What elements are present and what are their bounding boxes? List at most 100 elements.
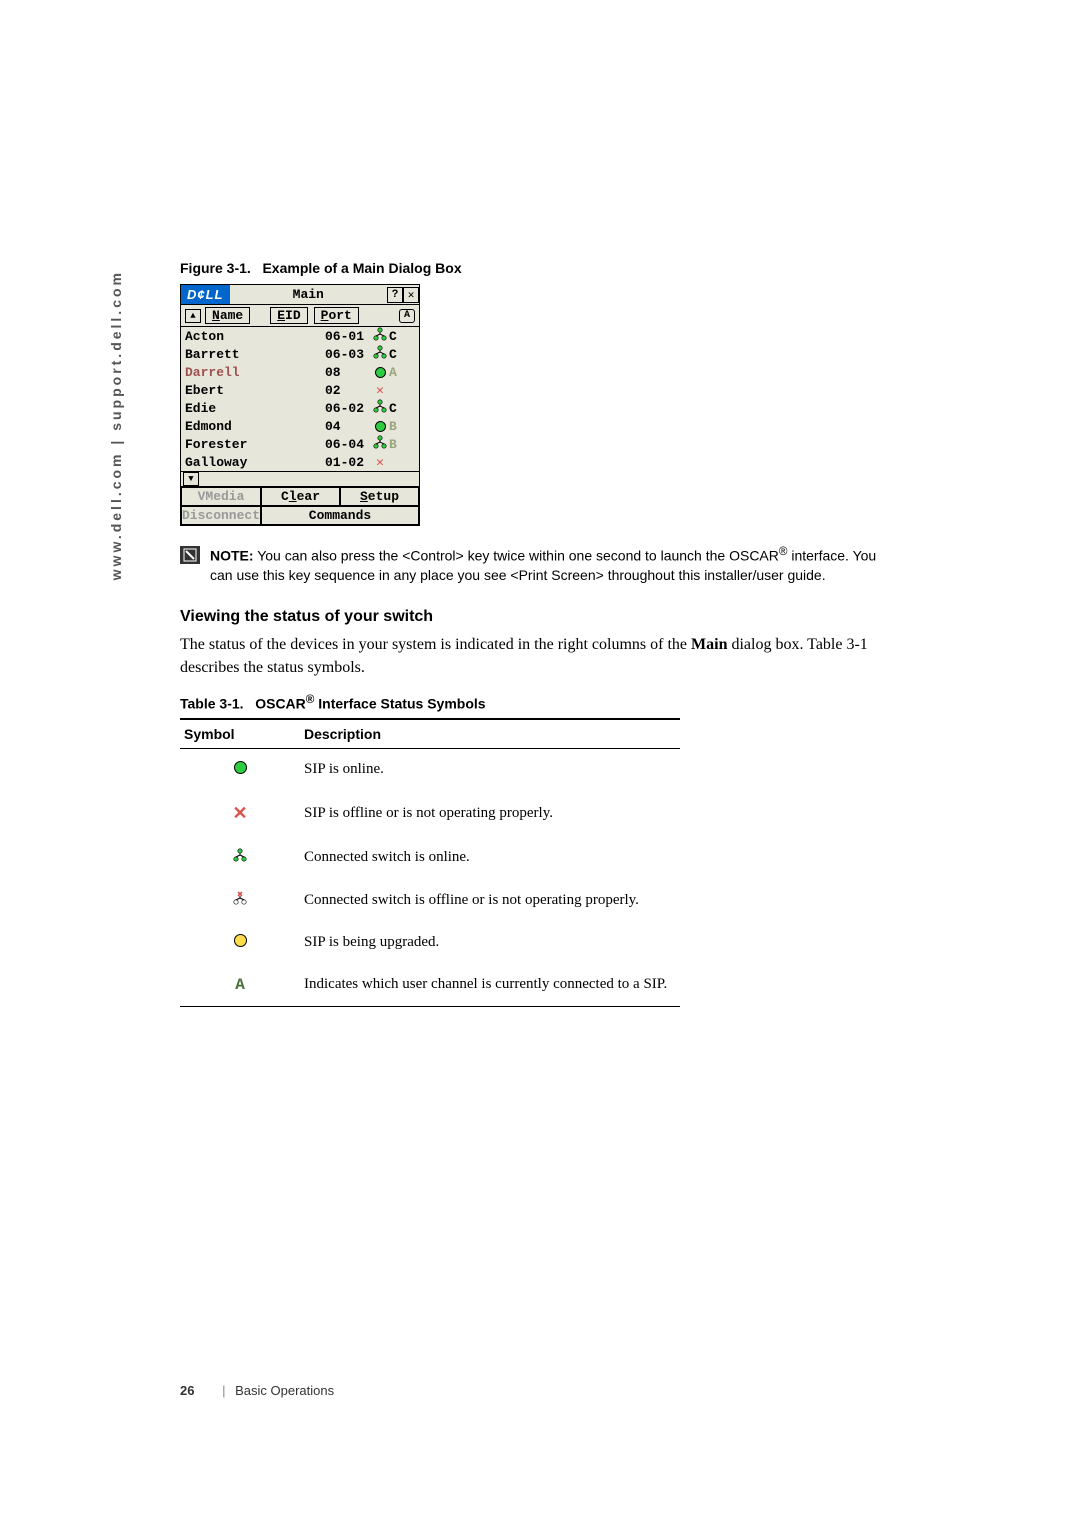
device-status-icon bbox=[371, 435, 389, 453]
description-cell: Indicates which user channel is currentl… bbox=[300, 964, 680, 1007]
device-name: Acton bbox=[185, 329, 325, 344]
device-port: 06-01 bbox=[325, 329, 371, 344]
page-content: Figure 3-1. Example of a Main Dialog Box… bbox=[180, 260, 900, 1007]
description-cell: Connected switch is online. bbox=[300, 836, 680, 879]
symbol-cell bbox=[180, 879, 300, 922]
offline-x-icon: ✕ bbox=[376, 455, 384, 470]
note-label: NOTE: bbox=[210, 548, 254, 564]
device-status-icon: ✕ bbox=[371, 455, 389, 470]
device-row[interactable]: Ebert02✕ bbox=[181, 381, 419, 399]
device-status-icon: ✕ bbox=[371, 383, 389, 398]
main-dialog: D¢LL Main ? ✕ ▲ Name EID Port A Acton06-… bbox=[180, 284, 420, 526]
dialog-title: Main bbox=[230, 287, 388, 302]
description-cell: Connected switch is offline or is not op… bbox=[300, 879, 680, 922]
device-port: 06-03 bbox=[325, 347, 371, 362]
online-circle-icon bbox=[375, 421, 386, 432]
device-user-letter: C bbox=[389, 329, 403, 344]
device-row[interactable]: Edie06-02 C bbox=[181, 399, 419, 417]
device-status-icon bbox=[371, 367, 389, 378]
device-port: 01-02 bbox=[325, 455, 371, 470]
clear-button[interactable]: Clear bbox=[261, 487, 340, 506]
table-row: AIndicates which user channel is current… bbox=[180, 964, 680, 1007]
online-circle-icon bbox=[234, 761, 247, 774]
status-symbols-table: Symbol Description SIP is online.✕SIP is… bbox=[180, 718, 680, 1007]
help-icon[interactable]: ? bbox=[387, 287, 403, 303]
switch-online-icon bbox=[373, 345, 387, 363]
scroll-down-icon[interactable]: ▼ bbox=[183, 472, 199, 486]
symbol-cell bbox=[180, 922, 300, 964]
device-user-letter: B bbox=[389, 437, 403, 452]
device-status-icon bbox=[371, 345, 389, 363]
device-row[interactable]: Edmond04B bbox=[181, 417, 419, 435]
device-row[interactable]: Forester06-04 B bbox=[181, 435, 419, 453]
device-user-letter: A bbox=[389, 365, 403, 380]
dialog-headers: ▲ Name EID Port A bbox=[181, 305, 419, 327]
device-name: Edie bbox=[185, 401, 325, 416]
switch-online-icon bbox=[373, 435, 387, 453]
device-port: 06-04 bbox=[325, 437, 371, 452]
note-icon bbox=[180, 546, 200, 564]
device-row[interactable]: Darrell08A bbox=[181, 363, 419, 381]
description-cell: SIP is online. bbox=[300, 748, 680, 791]
table-row: ✕SIP is offline or is not operating prop… bbox=[180, 791, 680, 836]
figure-caption-label: Figure 3-1. bbox=[180, 260, 251, 276]
device-user-letter: C bbox=[389, 347, 403, 362]
description-cell: SIP is offline or is not operating prope… bbox=[300, 791, 680, 836]
symbol-cell bbox=[180, 748, 300, 791]
device-name: Forester bbox=[185, 437, 325, 452]
note-block: NOTE: You can also press the <Control> k… bbox=[180, 544, 900, 584]
table-caption-label: Table 3-1. bbox=[180, 696, 244, 712]
device-name: Edmond bbox=[185, 419, 325, 434]
device-row[interactable]: Acton06-01 C bbox=[181, 327, 419, 345]
sort-toggle-icon[interactable]: ▲ bbox=[185, 309, 201, 323]
symbol-cell: ✕ bbox=[180, 791, 300, 836]
page-number: 26 bbox=[180, 1383, 194, 1398]
page-footer: 26 | Basic Operations bbox=[180, 1383, 334, 1398]
vmedia-button: VMedia bbox=[181, 487, 261, 506]
user-indicator-icon: A bbox=[399, 309, 415, 323]
name-column-header[interactable]: Name bbox=[205, 307, 250, 324]
symbol-cell: A bbox=[180, 964, 300, 1007]
table-row: Connected switch is online. bbox=[180, 836, 680, 879]
figure-caption: Figure 3-1. Example of a Main Dialog Box bbox=[180, 260, 900, 276]
note-text: NOTE: You can also press the <Control> k… bbox=[210, 544, 900, 584]
setup-button[interactable]: Setup bbox=[340, 487, 419, 506]
switch-offline-icon bbox=[233, 891, 247, 910]
section-paragraph: The status of the devices in your system… bbox=[180, 634, 900, 679]
th-symbol: Symbol bbox=[180, 719, 300, 749]
eid-column-header[interactable]: EID bbox=[270, 307, 307, 324]
close-icon[interactable]: ✕ bbox=[403, 287, 419, 303]
offline-x-icon: ✕ bbox=[376, 383, 384, 398]
table-caption-rest: Interface Status Symbols bbox=[314, 696, 485, 712]
footer-separator: | bbox=[222, 1383, 225, 1398]
switch-online-icon bbox=[373, 399, 387, 417]
table-row: Connected switch is offline or is not op… bbox=[180, 879, 680, 922]
symbol-cell bbox=[180, 836, 300, 879]
table-row: SIP is being upgraded. bbox=[180, 922, 680, 964]
footer-section: Basic Operations bbox=[235, 1383, 334, 1398]
device-status-icon bbox=[371, 399, 389, 417]
section-heading: Viewing the status of your switch bbox=[180, 608, 900, 626]
th-description: Description bbox=[300, 719, 680, 749]
scrollbar: ▼ bbox=[181, 471, 419, 487]
commands-button[interactable]: Commands bbox=[261, 506, 419, 525]
device-status-icon bbox=[371, 327, 389, 345]
device-port: 04 bbox=[325, 419, 371, 434]
port-column-header[interactable]: Port bbox=[314, 307, 359, 324]
description-cell: SIP is being upgraded. bbox=[300, 922, 680, 964]
note-line1: You can also press the <Control> key twi… bbox=[257, 548, 779, 564]
switch-online-icon bbox=[233, 848, 247, 867]
device-row[interactable]: Galloway01-02 ✕ bbox=[181, 453, 419, 471]
sidebar-url-text: www.dell.com | support.dell.com bbox=[108, 270, 124, 580]
disconnect-button: Disconnect bbox=[181, 506, 261, 525]
device-name: Galloway bbox=[185, 455, 325, 470]
device-port: 06-02 bbox=[325, 401, 371, 416]
dell-logo: D¢LL bbox=[181, 285, 230, 304]
device-name: Barrett bbox=[185, 347, 325, 362]
device-user-letter: C bbox=[389, 401, 403, 416]
device-row[interactable]: Barrett06-03 C bbox=[181, 345, 419, 363]
device-port: 02 bbox=[325, 383, 371, 398]
switch-online-icon bbox=[373, 327, 387, 345]
note-reg: ® bbox=[779, 545, 788, 558]
device-name: Darrell bbox=[185, 365, 325, 380]
